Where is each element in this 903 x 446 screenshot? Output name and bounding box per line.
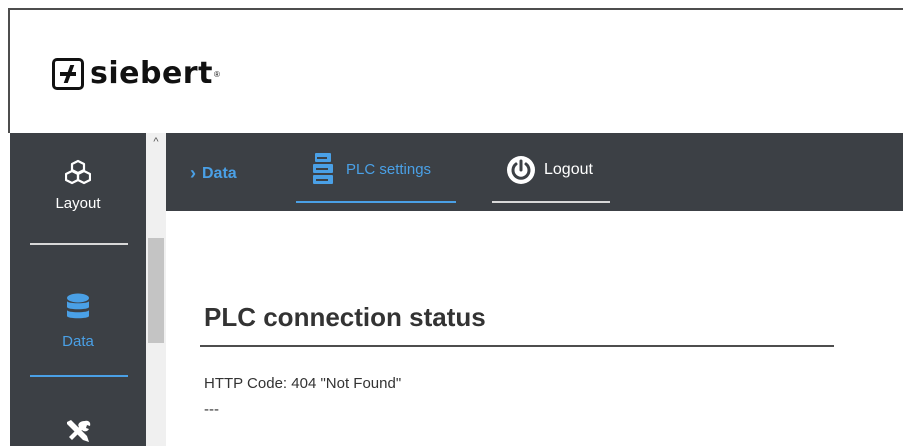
sidebar-item-label: Data [62,333,94,350]
sidebar-item-tools[interactable] [10,418,146,446]
tab-label: PLC settings [346,161,432,178]
data-underline [30,375,128,377]
siebert-logo: siebert ® [52,54,220,94]
page-title: PLC connection status [204,302,486,332]
sidebar-item-data[interactable]: Data [10,293,146,350]
top-margin [0,0,903,8]
sidebar: Layout Data [10,133,146,446]
header: siebert ® [10,10,903,133]
registered-mark: ® [213,69,220,79]
logout-underline [492,201,610,203]
sidebar-item-label: Layout [55,195,101,212]
siebert-logo-icon [52,58,84,90]
scrollbar-thumb[interactable] [148,238,164,343]
top-navigation: › Data PLC settings Logout [166,133,903,211]
title-divider [200,345,834,347]
logout-button[interactable]: Logout [492,133,610,205]
server-icon [313,153,333,184]
tab-active-underline [296,201,456,203]
power-icon [507,156,535,184]
scroll-up-arrow-icon[interactable]: ^ [146,133,166,151]
breadcrumb-data[interactable]: › Data [190,163,237,184]
tab-plc-settings[interactable]: PLC settings [296,133,456,205]
tools-icon [67,420,91,442]
http-status-text: HTTP Code: 404 "Not Found" [204,375,402,392]
logo-text: siebert [90,56,213,91]
database-icon [67,293,89,319]
breadcrumb-label: Data [202,164,237,182]
status-detail-text: --- [204,401,219,418]
chevron-right-icon: › [190,163,196,183]
logout-label: Logout [544,161,593,178]
layout-underline [30,243,128,245]
cubes-icon [65,159,91,185]
sidebar-item-layout[interactable]: Layout [10,159,146,212]
